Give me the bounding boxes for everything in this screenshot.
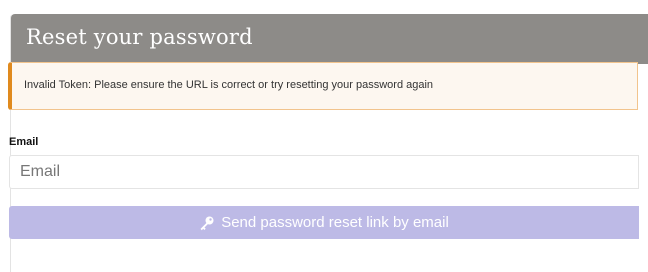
- panel-header: Reset your password: [11, 14, 648, 64]
- send-reset-link-label: Send password reset link by email: [221, 214, 449, 231]
- email-field[interactable]: [9, 155, 639, 189]
- alert-message: Invalid Token: Please ensure the URL is …: [24, 79, 434, 91]
- key-icon: [199, 215, 215, 231]
- email-label: Email: [9, 136, 39, 148]
- page-title: Reset your password: [26, 25, 253, 49]
- send-reset-link-button[interactable]: Send password reset link by email: [9, 206, 639, 239]
- invalid-token-alert: Invalid Token: Please ensure the URL is …: [8, 62, 638, 110]
